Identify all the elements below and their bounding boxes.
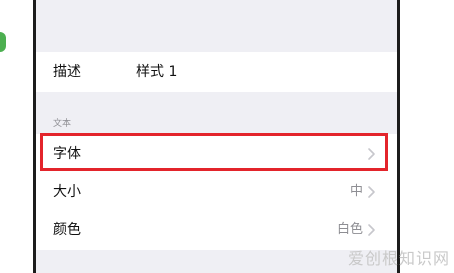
text-section-header: 文本 [53,119,72,129]
chevron-right-icon [368,186,375,198]
color-row[interactable]: 颜色 白色 [36,210,397,250]
description-label: 描述 [53,64,81,80]
color-label: 颜色 [53,222,81,238]
font-row-highlight-box [40,133,388,171]
description-row[interactable]: 描述 样式 1 [36,52,397,92]
right-margin [400,0,454,273]
left-margin [0,0,33,273]
size-label: 大小 [53,184,81,200]
chevron-right-icon [368,224,375,236]
watermark-text: 爱创根知识网 [347,249,450,268]
stage: 描述 样式 1 文本 字体 大小 中 颜色 白色 爱创根知识网 [0,0,454,273]
description-value: 样式 1 [136,64,178,80]
size-row[interactable]: 大小 中 [36,172,397,212]
color-value: 白色 [336,222,363,237]
size-value: 中 [349,184,363,199]
green-status-dot [0,32,6,52]
